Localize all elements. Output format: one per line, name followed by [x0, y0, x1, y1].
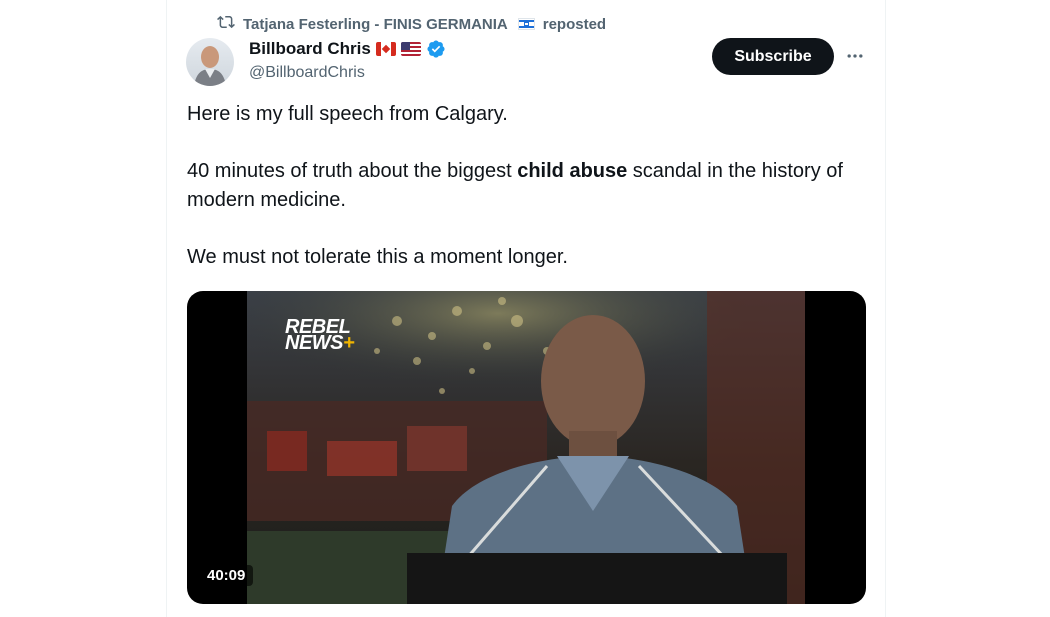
video-frame[interactable]: REBEL NEWS+	[247, 291, 805, 604]
more-icon[interactable]	[843, 44, 867, 68]
tweet-bold-phrase: child abuse	[517, 160, 628, 182]
repost-suffix: reposted	[542, 15, 607, 33]
rebel-news-logo: REBEL NEWS+	[285, 317, 355, 354]
repost-header[interactable]: Tatjana Festerling - FINIS GERMANIA repo…	[217, 14, 606, 34]
author-name[interactable]: Billboard Chris	[249, 39, 371, 59]
logo-line-2: NEWS	[285, 332, 344, 354]
author-name-row[interactable]: Billboard Chris	[249, 38, 446, 60]
us-flag-icon	[400, 42, 421, 56]
logo-plus: +	[343, 332, 355, 354]
tweet-line-1: Here is my full speech from Calgary.	[187, 103, 508, 125]
tweet-line-2: 40 minutes of truth about the biggest ch…	[187, 157, 877, 215]
tweet-column: Tatjana Festerling - FINIS GERMANIA repo…	[166, 0, 886, 617]
video-player[interactable]: REBEL NEWS+ 40:09	[187, 291, 866, 604]
canada-flag-icon	[375, 42, 396, 56]
subscribe-button[interactable]: Subscribe	[712, 38, 834, 75]
repost-icon	[217, 13, 235, 35]
tweet-text: Here is my full speech from Calgary. 40 …	[187, 100, 877, 272]
author-handle[interactable]: @BillboardChris	[249, 64, 365, 82]
avatar[interactable]	[186, 38, 234, 86]
repost-user-name[interactable]: Tatjana Festerling - FINIS GERMANIA	[243, 16, 508, 33]
tweet-line-3: We must not tolerate this a moment longe…	[187, 246, 568, 268]
video-duration: 40:09	[199, 565, 254, 586]
tweet-line-2-pre: 40 minutes of truth about the biggest	[187, 160, 518, 182]
verified-badge-icon[interactable]	[426, 39, 446, 59]
israel-flag-icon	[517, 18, 535, 30]
